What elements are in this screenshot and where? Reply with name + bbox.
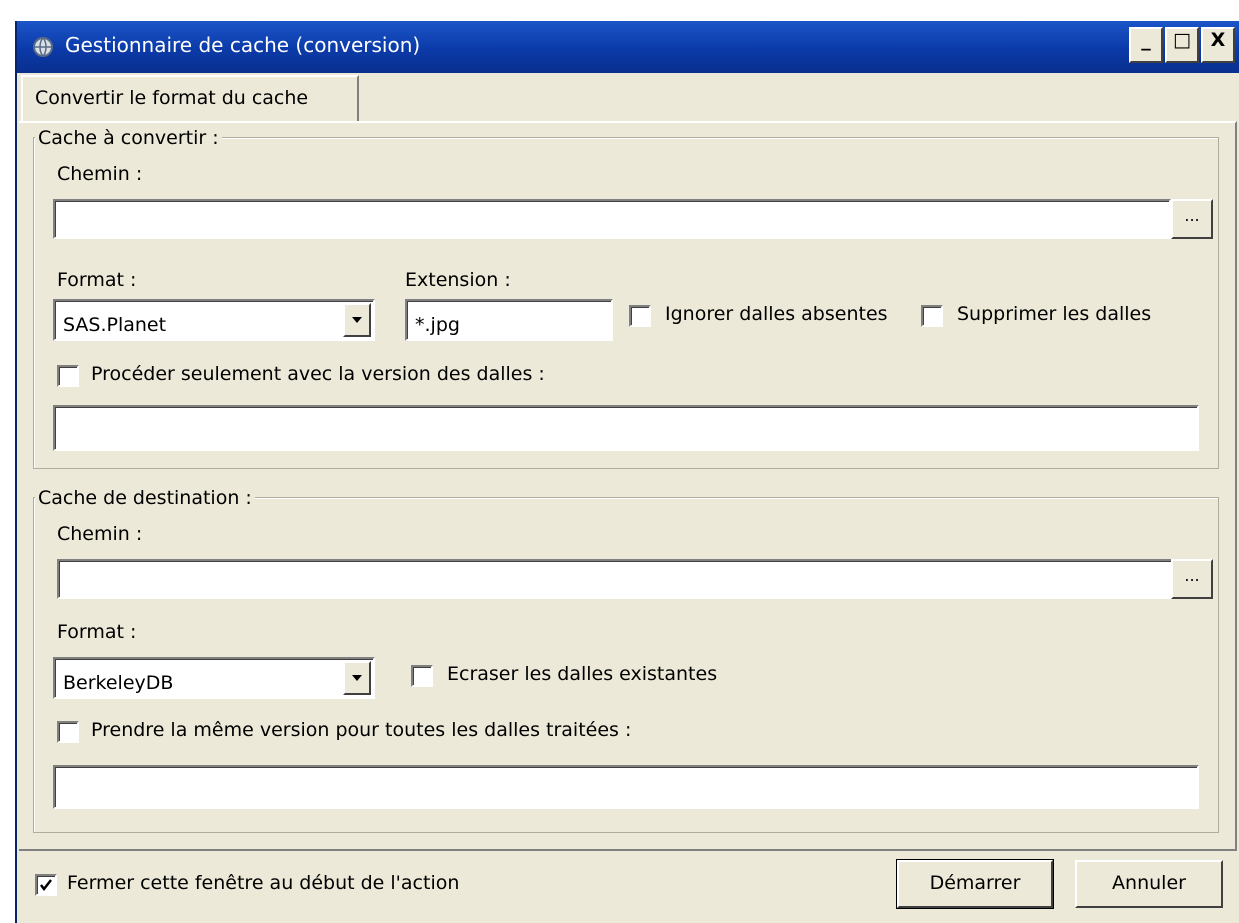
destination-format-label: Format : — [57, 621, 137, 643]
version-only-label: Procéder seulement avec la version des d… — [91, 363, 545, 385]
source-extension-input[interactable]: *.jpg — [405, 299, 613, 341]
chevron-down-icon[interactable] — [343, 661, 371, 695]
overwrite-label: Ecraser les dalles existantes — [447, 663, 718, 685]
overwrite-checkbox[interactable] — [411, 665, 433, 687]
tab-label: Convertir le format du cache — [35, 87, 309, 109]
source-browse-button[interactable]: ... — [1171, 199, 1213, 239]
chevron-down-icon[interactable] — [343, 303, 371, 337]
source-format-value: SAS.Planet — [63, 314, 167, 336]
source-extension-label: Extension : — [405, 269, 511, 291]
close-on-start-checkbox[interactable] — [35, 874, 57, 896]
source-path-input[interactable] — [53, 199, 1171, 239]
destination-format-value: BerkeleyDB — [63, 672, 174, 694]
delete-tiles-checkbox[interactable] — [921, 305, 943, 327]
start-button[interactable]: Démarrer — [896, 859, 1054, 909]
destination-version-input[interactable] — [53, 765, 1199, 809]
maximize-button[interactable]: □ — [1165, 27, 1199, 63]
ignore-missing-label: Ignorer dalles absentes — [665, 303, 888, 325]
source-path-label: Chemin : — [57, 163, 143, 185]
close-button[interactable]: X — [1201, 27, 1235, 63]
version-only-checkbox[interactable] — [57, 365, 79, 387]
destination-browse-button[interactable]: ... — [1171, 559, 1213, 599]
source-group-legend: Cache à convertir : — [35, 127, 222, 149]
ignore-missing-checkbox[interactable] — [629, 305, 651, 327]
same-version-checkbox[interactable] — [57, 721, 79, 743]
close-on-start-label: Fermer cette fenêtre au début de l'actio… — [67, 872, 460, 894]
checkmark-icon — [40, 879, 52, 892]
title-bar[interactable]: Gestionnaire de cache (conversion) _ □ X — [17, 21, 1239, 73]
tab-panel: Cache à convertir : Chemin : ... Format … — [19, 121, 1237, 851]
minimize-button[interactable]: _ — [1129, 27, 1163, 63]
destination-path-input[interactable] — [57, 559, 1175, 599]
destination-format-dropdown[interactable]: BerkeleyDB — [53, 657, 375, 699]
destination-path-label: Chemin : — [57, 523, 143, 545]
app-globe-icon — [31, 35, 55, 59]
source-format-label: Format : — [57, 269, 137, 291]
source-format-dropdown[interactable]: SAS.Planet — [53, 299, 375, 341]
destination-group-legend: Cache de destination : — [35, 487, 255, 509]
source-extension-value: *.jpg — [415, 314, 460, 336]
cache-manager-window: Gestionnaire de cache (conversion) _ □ X… — [15, 21, 1239, 923]
cancel-button[interactable]: Annuler — [1075, 860, 1223, 908]
delete-tiles-label: Supprimer les dalles — [957, 303, 1152, 325]
source-version-input[interactable] — [53, 405, 1199, 451]
same-version-label: Prendre la même version pour toutes les … — [91, 719, 632, 741]
tab-convert-format[interactable]: Convertir le format du cache — [21, 75, 359, 123]
window-title: Gestionnaire de cache (conversion) — [65, 33, 421, 57]
